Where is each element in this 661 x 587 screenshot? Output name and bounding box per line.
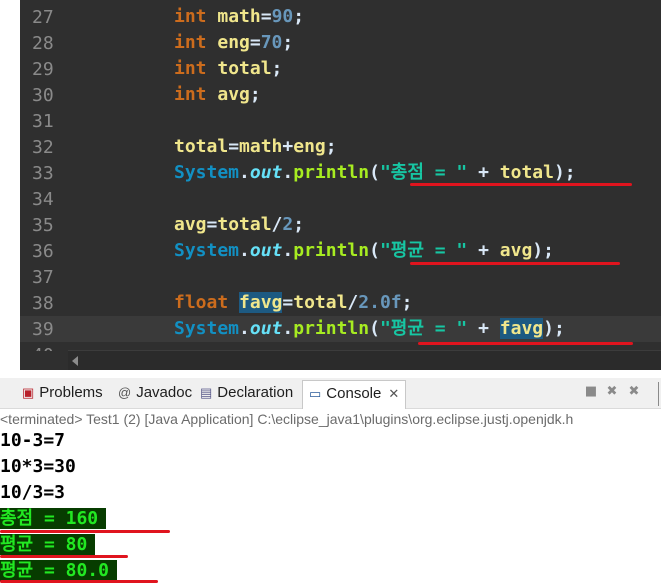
code-text: System.out.println("평균 = " + favg); bbox=[174, 318, 565, 339]
problems-icon: ▣ bbox=[22, 385, 35, 400]
declaration-icon: ▤ bbox=[200, 385, 213, 400]
console-output-line: 총점 = 160 bbox=[0, 508, 107, 530]
code-line[interactable]: 35 avg=total/2; bbox=[20, 212, 661, 238]
line-number: 33 bbox=[32, 163, 54, 184]
code-text: avg=total/2; bbox=[174, 214, 305, 235]
tab-javadoc[interactable]: @ Javadoc bbox=[118, 382, 192, 404]
close-icon[interactable]: ✕ bbox=[388, 386, 399, 401]
code-line[interactable]: 30 int avg; bbox=[20, 82, 661, 108]
code-text: int eng=70; bbox=[174, 32, 294, 53]
bottom-panel: ▣ Problems @ Javadoc ▤ Declaration ▭ Console… bbox=[0, 370, 661, 587]
tab-declaration[interactable]: ▤ Declaration bbox=[200, 382, 293, 404]
line-number: 32 bbox=[32, 137, 54, 158]
javadoc-icon: @ bbox=[118, 385, 132, 400]
annotation-underline-output-total bbox=[0, 530, 170, 533]
code-line[interactable]: 38 float favg=total/2.0f; bbox=[20, 290, 661, 316]
code-text: System.out.println("총점 = " + total); bbox=[174, 162, 576, 183]
code-text: int avg; bbox=[174, 84, 261, 105]
code-line[interactable]: 36 System.out.println("평균 = " + avg); bbox=[20, 238, 661, 264]
annotation-underline-line36 bbox=[410, 262, 620, 265]
code-line[interactable]: 27 int math=90; bbox=[20, 4, 661, 30]
code-line[interactable]: 37 bbox=[20, 264, 661, 290]
line-number: 29 bbox=[32, 59, 54, 80]
remove-all-icon[interactable]: ✖ bbox=[626, 384, 642, 400]
annotation-underline-output-avg bbox=[0, 555, 128, 558]
panel-tab-bar: ▣ Problems @ Javadoc ▤ Declaration ▭ Console… bbox=[0, 378, 661, 409]
console-output-line: 평균 = 80.0 bbox=[0, 560, 117, 582]
line-number: 36 bbox=[32, 241, 54, 262]
line-number: 31 bbox=[32, 111, 54, 132]
stop-square-icon[interactable]: ■ bbox=[583, 384, 599, 400]
console-status: <terminated> Test1 (2) [Java Application… bbox=[0, 411, 574, 427]
annotation-underline-output-favg bbox=[0, 580, 158, 583]
tab-console-label: Console bbox=[326, 385, 382, 402]
code-text: int math=90; bbox=[174, 6, 305, 27]
code-line[interactable]: 39 System.out.println("평균 = " + favg); bbox=[20, 316, 661, 342]
annotation-underline-line33 bbox=[410, 183, 632, 186]
tab-problems-label: Problems bbox=[39, 384, 103, 401]
console-output-line: 10/3=3 bbox=[0, 482, 66, 503]
code-line[interactable]: 32 total=math+eng; bbox=[20, 134, 661, 160]
line-number: 37 bbox=[32, 267, 54, 288]
code-text: int total; bbox=[174, 58, 283, 79]
console-output-line: 평균 = 80 bbox=[0, 534, 96, 556]
horizontal-scrollbar[interactable] bbox=[68, 350, 661, 370]
tab-problems[interactable]: ▣ Problems bbox=[22, 382, 103, 404]
line-number: 39 bbox=[32, 319, 54, 340]
code-line[interactable]: 29 int total; bbox=[20, 56, 661, 82]
tab-declaration-label: Declaration bbox=[217, 384, 294, 401]
remove-launch-icon[interactable]: ✖ bbox=[604, 384, 620, 400]
line-number-partial: 40 bbox=[32, 345, 54, 351]
tab-javadoc-label: Javadoc bbox=[136, 384, 193, 401]
scroll-left-arrow-icon[interactable] bbox=[72, 356, 78, 366]
line-number: 34 bbox=[32, 189, 54, 210]
console-output-line: 10*3=30 bbox=[0, 456, 76, 477]
toolbar-divider bbox=[658, 382, 659, 406]
console-output-line: 10-3=7 bbox=[0, 430, 66, 451]
line-number: 27 bbox=[32, 7, 54, 28]
line-number: 35 bbox=[32, 215, 54, 236]
line-number: 38 bbox=[32, 293, 54, 314]
annotation-underline-line39 bbox=[418, 342, 633, 345]
code-line[interactable]: 34 bbox=[20, 186, 661, 212]
code-text: total=math+eng; bbox=[174, 136, 337, 157]
line-number: 28 bbox=[32, 33, 54, 54]
code-editor[interactable]: 27 int math=90; 28 int eng=70; 29 int total; 3… bbox=[0, 0, 661, 370]
console-icon: ▭ bbox=[309, 386, 322, 401]
code-text: float favg=total/2.0f; bbox=[174, 292, 413, 313]
tab-console[interactable]: ▭ Console ✕ bbox=[302, 380, 407, 409]
line-number: 30 bbox=[32, 85, 54, 106]
code-line[interactable]: 28 int eng=70; bbox=[20, 30, 661, 56]
code-line[interactable]: 31 bbox=[20, 108, 661, 134]
editor-left-margin bbox=[0, 0, 20, 370]
code-text: System.out.println("평균 = " + avg); bbox=[174, 240, 554, 261]
